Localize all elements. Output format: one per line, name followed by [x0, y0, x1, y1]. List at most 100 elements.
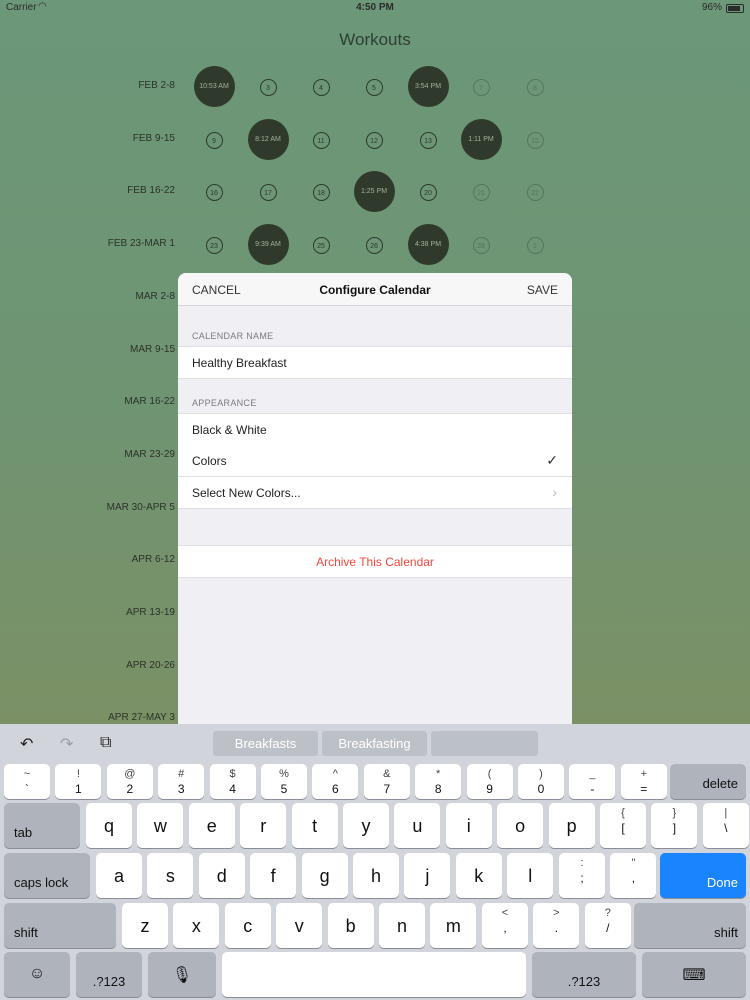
completed-workout-day[interactable]: 3:54 PM [407, 66, 449, 107]
key-c[interactable]: c [224, 903, 271, 948]
key-s[interactable]: s [147, 853, 194, 898]
calendar-day[interactable]: 1 [526, 237, 544, 255]
suggestion-2[interactable]: Breakfasting [322, 731, 427, 756]
key-t[interactable]: t [291, 803, 338, 848]
dictation-key[interactable]: 🎙 [148, 952, 216, 997]
key-m[interactable]: m [430, 903, 477, 948]
calendar-day[interactable]: 22 [526, 184, 544, 202]
calendar-day[interactable]: 18 [312, 184, 330, 202]
key-symbol[interactable]: {[ [600, 803, 646, 848]
key-symbol[interactable]: ? / [584, 903, 631, 948]
key-b[interactable]: b [327, 903, 374, 948]
key-k[interactable]: k [455, 853, 502, 898]
key-x[interactable]: x [173, 903, 220, 948]
key-`[interactable]: ~ ` [4, 764, 50, 799]
key-n[interactable]: n [379, 903, 425, 948]
tab-key[interactable]: tab [4, 803, 80, 848]
shift-left-key[interactable]: shift [4, 903, 116, 948]
key-y[interactable]: y [343, 803, 389, 848]
calendar-day[interactable]: 11 [312, 131, 330, 149]
key-r[interactable]: r [240, 803, 287, 848]
key-symbol[interactable]: | \ [702, 803, 749, 848]
key-d[interactable]: d [198, 853, 245, 898]
key-=[interactable]: + = [620, 764, 667, 799]
completed-workout-day[interactable]: 8:12 AM [247, 118, 289, 160]
key-3[interactable]: #3 [158, 764, 205, 799]
key-z[interactable]: z [122, 903, 168, 948]
calendar-day[interactable]: 20 [419, 184, 437, 202]
key-symbol[interactable]: }] [651, 803, 698, 848]
key-a[interactable]: a [96, 853, 142, 898]
key-e[interactable]: e [188, 803, 235, 848]
key-2[interactable]: @2 [106, 764, 153, 799]
option-black-white[interactable]: Black & White [178, 413, 572, 446]
completed-workout-day[interactable]: 1:25 PM [353, 171, 395, 213]
week-label: APR 27-MAY 3 [108, 712, 175, 724]
completed-workout-day[interactable]: 9:39 AM [247, 224, 289, 266]
calendar-day[interactable]: 7 [472, 79, 490, 96]
calendar-day[interactable]: 5 [365, 79, 383, 96]
calendar-day[interactable]: 13 [419, 131, 437, 149]
completed-workout-day[interactable]: 1:11 PM [460, 118, 502, 160]
key-6[interactable]: ^ 6 [312, 764, 359, 799]
key--[interactable]: _ - [569, 764, 616, 799]
calendar-day[interactable]: 17 [259, 184, 277, 202]
suggestion-3[interactable] [431, 731, 538, 756]
calendar-day[interactable]: 23 [205, 237, 223, 255]
key-i[interactable]: i [445, 803, 492, 848]
calendar-day[interactable]: 26 [365, 237, 383, 255]
key-symbol[interactable]: <, [482, 903, 528, 948]
completed-workout-day[interactable]: 10:53 AM [193, 66, 235, 107]
calendar-day[interactable]: 3 [259, 79, 277, 96]
paste-icon[interactable]: ⧉ [100, 734, 111, 752]
key-f[interactable]: f [250, 853, 297, 898]
space-key[interactable] [222, 952, 526, 997]
redo-icon[interactable]: ↷ [60, 734, 73, 754]
key-symbol[interactable]: ", [610, 853, 657, 898]
dismiss-keyboard-key[interactable]: ⌨ [642, 952, 746, 997]
numbers-key-right[interactable]: .?123 [532, 952, 636, 997]
key-u[interactable]: u [394, 803, 441, 848]
key-5[interactable]: % 5 [261, 764, 307, 799]
calendar-name-field[interactable]: Healthy Breakfast [178, 346, 572, 379]
calendar-day[interactable]: 15 [526, 131, 544, 149]
key-g[interactable]: g [301, 853, 348, 898]
calendar-day[interactable]: 8 [526, 79, 544, 96]
key-q[interactable]: q [86, 803, 132, 848]
completed-workout-day[interactable]: 4:38 PM [407, 224, 449, 266]
key-symbol[interactable]: >. [533, 903, 580, 948]
suggestion-1[interactable]: Breakfasts [213, 731, 318, 756]
key-9[interactable]: (9 [466, 764, 513, 799]
key-v[interactable]: v [276, 903, 323, 948]
delete-key[interactable]: delete [670, 764, 746, 799]
numbers-key-left[interactable]: .?123 [76, 952, 142, 997]
key-l[interactable]: l [507, 853, 554, 898]
key-p[interactable]: p [548, 803, 595, 848]
calendar-day[interactable]: 28 [472, 237, 490, 255]
save-button[interactable]: SAVE [527, 283, 558, 297]
undo-icon[interactable]: ↶ [20, 734, 33, 754]
calendar-day[interactable]: 25 [312, 237, 330, 255]
calendar-day[interactable]: 4 [312, 79, 330, 96]
key-7[interactable]: & 7 [363, 764, 410, 799]
key-j[interactable]: j [404, 853, 451, 898]
key-4[interactable]: $4 [209, 764, 256, 799]
calendar-day[interactable]: 12 [365, 131, 383, 149]
calendar-day[interactable]: 21 [472, 184, 490, 202]
option-select-new-colors[interactable]: Select New Colors... › [178, 477, 572, 509]
key-symbol[interactable]: :; [559, 853, 605, 898]
key-1[interactable]: ! 1 [55, 764, 102, 799]
key-h[interactable]: h [353, 853, 399, 898]
option-colors[interactable]: Colors ✓ [178, 445, 572, 477]
key-8[interactable]: * 8 [415, 764, 462, 799]
key-w[interactable]: w [137, 803, 184, 848]
emoji-key[interactable]: ☺ [4, 952, 70, 997]
calendar-day[interactable]: 9 [205, 131, 223, 149]
key-o[interactable]: o [497, 803, 544, 848]
caps-lock-key[interactable]: caps lock [4, 853, 90, 898]
shift-right-key[interactable]: shift [634, 903, 746, 948]
done-key[interactable]: Done [660, 853, 746, 898]
calendar-day[interactable]: 16 [205, 184, 223, 202]
archive-calendar-button[interactable]: Archive This Calendar [178, 545, 572, 578]
key-0[interactable]: ) 0 [518, 764, 564, 799]
